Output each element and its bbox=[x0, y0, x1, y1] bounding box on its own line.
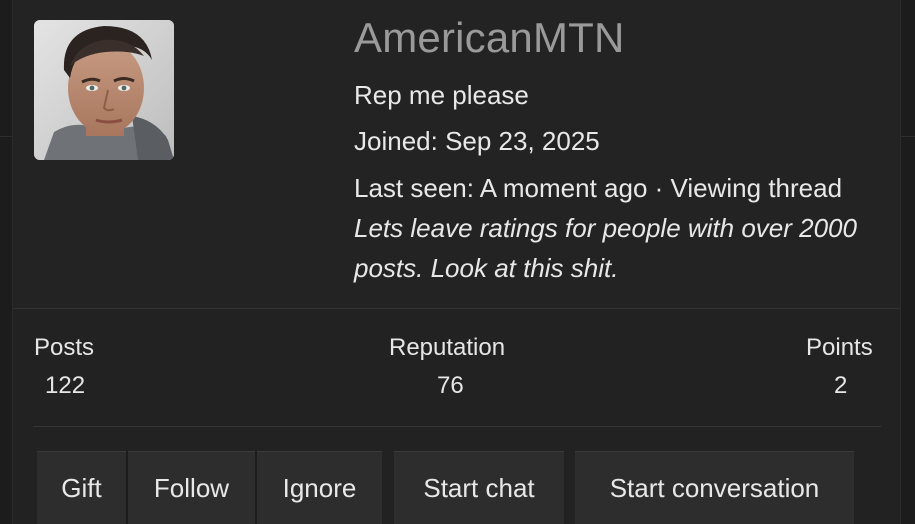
points-value[interactable]: 2 bbox=[834, 372, 847, 400]
reputation-label: Reputation bbox=[389, 334, 506, 361]
gift-button[interactable]: Gift bbox=[37, 451, 126, 524]
last-seen-status: Last seen: A moment ago · Viewing thread… bbox=[354, 168, 874, 288]
stats-divider bbox=[33, 426, 881, 427]
viewing-thread-link[interactable]: Lets leave ratings for people with over … bbox=[354, 213, 857, 283]
member-profile-card: AmericanMTN Rep me please Joined: Sep 23… bbox=[12, 0, 901, 524]
follow-button[interactable]: Follow bbox=[128, 451, 255, 524]
custom-title: Rep me please bbox=[354, 80, 529, 110]
start-chat-button[interactable]: Start chat bbox=[394, 451, 564, 524]
posts-label: Posts bbox=[34, 334, 95, 361]
avatar[interactable] bbox=[34, 20, 174, 160]
profile-header: AmericanMTN Rep me please Joined: Sep 23… bbox=[13, 0, 900, 309]
start-conversation-button[interactable]: Start conversation bbox=[575, 451, 854, 524]
joined-date: Joined: Sep 23, 2025 bbox=[354, 126, 600, 156]
points-label: Points bbox=[806, 334, 873, 361]
member-stats: Posts 122 Reputation 76 Points 2 bbox=[13, 309, 900, 427]
right-page-edge bbox=[901, 0, 915, 524]
ignore-button[interactable]: Ignore bbox=[257, 451, 382, 524]
username[interactable]: AmericanMTN bbox=[354, 14, 625, 62]
left-page-edge bbox=[0, 0, 12, 524]
posts-value[interactable]: 122 bbox=[45, 372, 85, 400]
last-seen-text: Last seen: A moment ago · Viewing thread bbox=[354, 173, 843, 203]
avatar-photo bbox=[34, 20, 174, 160]
reputation-value[interactable]: 76 bbox=[437, 372, 464, 400]
